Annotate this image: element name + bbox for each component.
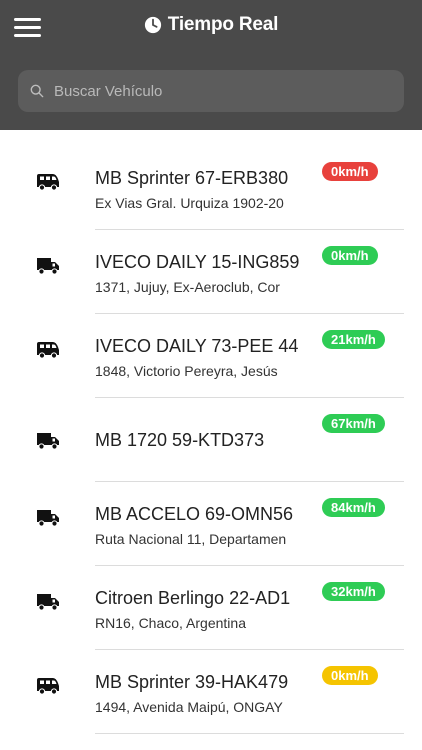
vehicle-row[interactable]: MB Sprinter 39-HAK479 1494, Avenida Maipú…: [0, 650, 422, 734]
page-title: Tiempo Real: [0, 14, 422, 36]
truck-icon: [36, 257, 60, 275]
vehicle-row[interactable]: Citroen Berlingo 22-AD1 RN16, Chaco, Arge…: [0, 566, 422, 650]
vehicle-address: 1848, Victorio Pereyra, Jesús: [95, 363, 278, 379]
speed-badge: 67km/h: [322, 414, 385, 433]
app-header: Tiempo Real: [0, 0, 422, 130]
vehicle-address: 1494, Avenida Maipú, ONGAY: [95, 699, 283, 715]
vehicle-name: MB Sprinter 67-ERB380: [95, 168, 289, 188]
speed-badge: 21km/h: [322, 330, 385, 349]
speed-badge: 0km/h: [322, 162, 378, 181]
van-icon: [36, 341, 60, 359]
vehicle-row[interactable]: MB ACCELO 69-OMN56 Ruta Nacional 11, Depa…: [0, 482, 422, 566]
truck-icon: [36, 432, 60, 450]
clock-icon: [144, 16, 161, 34]
speed-badge: 0km/h: [322, 666, 378, 685]
vehicle-name: IVECO DAILY 73-PEE 44: [95, 336, 299, 356]
vehicle-row[interactable]: MB Sprinter 67-ERB380 Ex Vias Gral. Urqui…: [0, 146, 422, 230]
search-icon: [30, 84, 44, 98]
van-icon: [36, 173, 60, 191]
speed-badge: 84km/h: [322, 498, 385, 517]
search-bar[interactable]: [18, 70, 404, 112]
van-icon: [36, 677, 60, 695]
truck-icon: [36, 509, 60, 527]
vehicle-list: MB Sprinter 67-ERB380 Ex Vias Gral. Urqui…: [0, 146, 422, 734]
vehicle-name: MB 1720 59-KTD373: [95, 430, 265, 450]
vehicle-row[interactable]: MB 1720 59-KTD373 67km/h: [0, 398, 422, 482]
vehicle-address: Ruta Nacional 11, Departamen: [95, 531, 287, 547]
vehicle-name: Citroen Berlingo 22-AD1: [95, 588, 291, 608]
vehicle-name: MB Sprinter 39-HAK479: [95, 672, 289, 692]
vehicle-address: Ex Vias Gral. Urquiza 1902-20: [95, 195, 284, 211]
search-input[interactable]: [52, 81, 404, 101]
vehicle-name: IVECO DAILY 15-ING859: [95, 252, 300, 272]
vehicle-address: 1371, Jujuy, Ex-Aeroclub, Cor: [95, 279, 280, 295]
speed-badge: 0km/h: [322, 246, 378, 265]
vehicle-name: MB ACCELO 69-OMN56: [95, 504, 294, 524]
truck-icon: [36, 593, 60, 611]
vehicle-row[interactable]: IVECO DAILY 15-ING859 1371, Jujuy, Ex-Aer…: [0, 230, 422, 314]
vehicle-row[interactable]: IVECO DAILY 73-PEE 44 1848, Victorio Pere…: [0, 314, 422, 398]
vehicle-address: RN16, Chaco, Argentina: [95, 615, 246, 631]
row-divider: [95, 733, 404, 734]
speed-badge: 32km/h: [322, 582, 385, 601]
title-text: Tiempo Real: [167, 14, 279, 35]
